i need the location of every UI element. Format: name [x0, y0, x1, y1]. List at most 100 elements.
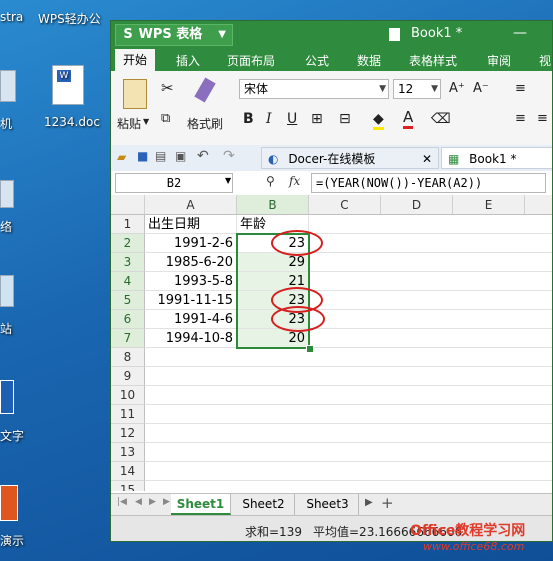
align-icon[interactable]: ≡	[515, 81, 526, 96]
column-header-e[interactable]: E	[453, 195, 525, 215]
desktop-icon-computer[interactable]: 机	[0, 65, 40, 135]
cell-a1[interactable]: 出生日期	[145, 215, 237, 234]
row-header[interactable]: 14	[111, 462, 145, 481]
font-color-button[interactable]: A	[403, 109, 414, 129]
cell-a3[interactable]: 1985-6-20	[145, 253, 237, 272]
column-header-c[interactable]: C	[309, 195, 381, 215]
cell-a6[interactable]: 1991-4-6	[145, 310, 237, 329]
tab-home[interactable]: 开始	[115, 49, 156, 71]
next-sheet-icon[interactable]: ▶	[149, 497, 156, 507]
open-icon[interactable]: ▰	[117, 150, 126, 164]
row-header[interactable]: 5	[111, 291, 145, 310]
decrease-font-icon[interactable]: A⁻	[473, 81, 489, 96]
desktop-icon-label: 站	[0, 322, 13, 336]
row-header[interactable]: 12	[111, 424, 145, 443]
desktop-icon-document[interactable]: W 1234.doc	[40, 60, 110, 135]
recycle-bin-icon	[0, 275, 14, 307]
row-header[interactable]: 6	[111, 310, 145, 329]
sheet-tab-bar: |◀ ◀ ▶ ▶| Sheet1 Sheet2 Sheet3 ▶ +	[111, 493, 552, 516]
row-header[interactable]: 11	[111, 405, 145, 424]
tab-table-style[interactable]: 表格样式	[409, 52, 457, 69]
doc-tab-book1[interactable]: ▦ Book1 *	[441, 147, 552, 169]
format-painter-button[interactable]: 格式刷	[185, 75, 233, 139]
border-icon[interactable]: ⊞	[311, 111, 323, 127]
cut-icon[interactable]: ✂	[161, 79, 174, 97]
cell-a2[interactable]: 1991-2-6	[145, 234, 237, 253]
row-header[interactable]: 8	[111, 348, 145, 367]
row-header[interactable]: 3	[111, 253, 145, 272]
clear-format-icon[interactable]: ⌫	[431, 111, 451, 127]
cell-a5[interactable]: 1991-11-15	[145, 291, 237, 310]
tab-formulas[interactable]: 公式	[305, 52, 329, 69]
desktop-icon-recycle-bin[interactable]: 站	[0, 270, 40, 340]
function-button[interactable]: fx	[289, 174, 300, 188]
underline-button[interactable]: U	[287, 111, 297, 127]
name-box[interactable]: B2	[115, 173, 233, 193]
desktop-icon-label: stra	[0, 10, 24, 24]
desktop-icon-wps-writer[interactable]: 文字	[0, 375, 40, 445]
sheet-tab-sheet2[interactable]: Sheet2	[233, 494, 295, 515]
undo-icon[interactable]: ↶	[197, 148, 209, 164]
desktop-icon-wps-presentation[interactable]: 演示	[0, 480, 40, 550]
row-header[interactable]: 2	[111, 234, 145, 253]
print-icon[interactable]: ▤	[155, 149, 166, 163]
row-header[interactable]: 15	[111, 481, 145, 491]
cell-a4[interactable]: 1993-5-8	[145, 272, 237, 291]
doc-tab-docer[interactable]: ◐ Docer-在线模板 ✕	[261, 147, 439, 169]
tab-page-layout[interactable]: 页面布局	[227, 52, 275, 69]
merge-icon[interactable]: ⊟	[339, 111, 351, 127]
copy-icon[interactable]: ⧉	[161, 111, 170, 126]
row-header[interactable]: 7	[111, 329, 145, 348]
print-preview-icon[interactable]: ▣	[175, 149, 186, 163]
desktop-icon-left-top[interactable]: stra	[0, 0, 40, 30]
network-icon	[0, 180, 14, 208]
tab-insert[interactable]: 插入	[176, 52, 200, 69]
row-header[interactable]: 9	[111, 367, 145, 386]
row-header[interactable]: 1	[111, 215, 145, 234]
column-header-f[interactable]	[525, 195, 552, 215]
doc-tab-label: Docer-在线模板	[288, 152, 376, 166]
formula-input[interactable]: =(YEAR(NOW())-YEAR(A2))	[311, 173, 546, 193]
column-header-a[interactable]: A	[145, 195, 237, 215]
sheet-tab-sheet3[interactable]: Sheet3	[297, 494, 359, 515]
tab-review[interactable]: 审阅	[487, 52, 511, 69]
column-header-b[interactable]: B	[237, 195, 309, 215]
ribbon-home: 粘贴 ▼ ✂ ⧉ 格式刷 宋体 ▼ 12 ▼ A⁺ A⁻ B I U ⊞ ⊟ ◆…	[111, 71, 552, 146]
cell-a7[interactable]: 1994-10-8	[145, 329, 237, 348]
chevron-down-icon[interactable]: ▼	[225, 176, 231, 185]
sheet-tab-sheet1[interactable]: Sheet1	[171, 494, 231, 515]
align-left-icon[interactable]: ≡	[515, 111, 526, 126]
align-center-icon[interactable]: ≡	[537, 111, 548, 126]
prev-sheet-icon[interactable]: ◀	[135, 497, 142, 507]
first-sheet-icon[interactable]: |◀	[117, 497, 127, 507]
search-icon[interactable]: ⚲	[266, 174, 275, 188]
desktop-icon-wps-office[interactable]: WPS轻办公	[36, 0, 106, 30]
paste-button[interactable]: 粘贴 ▼	[117, 75, 151, 139]
italic-button[interactable]: I	[266, 111, 272, 127]
add-sheet-button[interactable]: +	[381, 494, 394, 512]
corner-select-all[interactable]	[111, 195, 145, 215]
redo-icon[interactable]: ↷	[223, 148, 235, 164]
tab-data[interactable]: 数据	[357, 52, 381, 69]
save-icon[interactable]: ■	[137, 149, 148, 163]
bold-button[interactable]: B	[243, 111, 254, 127]
font-name-select[interactable]: 宋体 ▼	[239, 79, 389, 99]
wps-presentation-icon	[0, 485, 18, 521]
next-tabs-icon[interactable]: ▶	[365, 497, 373, 508]
row-header[interactable]: 13	[111, 443, 145, 462]
row-header[interactable]: 10	[111, 386, 145, 405]
column-header-d[interactable]: D	[381, 195, 453, 215]
increase-font-icon[interactable]: A⁺	[449, 81, 465, 96]
formula-bar: B2 ▼ ⚲ fx =(YEAR(NOW())-YEAR(A2))	[111, 171, 552, 196]
title-bar[interactable]: S WPS 表格 ▼ Book1 * —	[111, 21, 552, 49]
desktop-icon-network[interactable]: 络	[0, 180, 40, 240]
minimize-icon[interactable]: —	[513, 25, 527, 41]
fill-color-icon[interactable]: ◆	[373, 111, 384, 130]
font-size-select[interactable]: 12 ▼	[393, 79, 441, 99]
row-header[interactable]: 4	[111, 272, 145, 291]
close-icon[interactable]: ✕	[422, 148, 432, 170]
fill-handle[interactable]	[306, 345, 314, 353]
desktop-icon-label: 文字	[0, 429, 25, 443]
app-menu-button[interactable]: S WPS 表格 ▼	[115, 24, 233, 46]
tab-view[interactable]: 视	[539, 52, 551, 69]
